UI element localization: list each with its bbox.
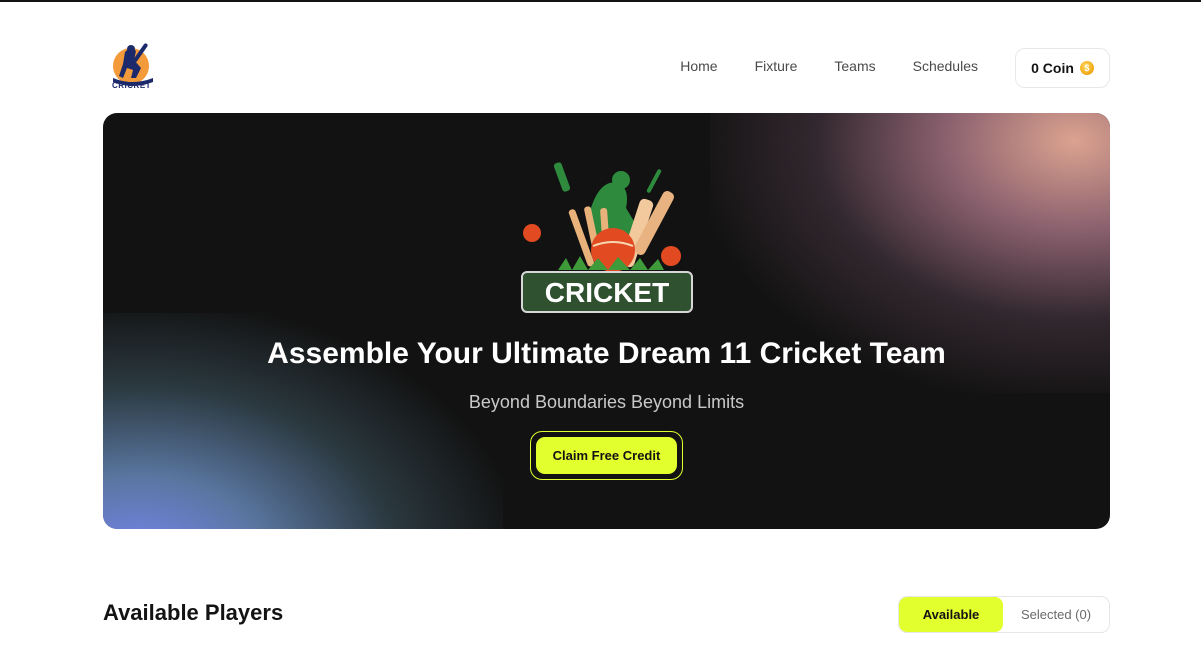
coin-label: 0 Coin — [1031, 60, 1074, 76]
coin-balance-button[interactable]: 0 Coin $ — [1015, 48, 1110, 88]
selected-tab[interactable]: Selected (0) — [1003, 597, 1109, 632]
available-tab[interactable]: Available — [899, 597, 1003, 632]
nav-teams[interactable]: Teams — [834, 58, 875, 74]
nav-fixture[interactable]: Fixture — [755, 58, 798, 74]
coin-icon: $ — [1079, 61, 1094, 75]
hero-banner: CRICKET Assemble Your Ultimate Dream 11 … — [103, 113, 1110, 529]
cricket-hero-illustration: CRICKET — [521, 162, 693, 313]
cricket-logo[interactable]: CRICKET — [103, 38, 161, 96]
claim-free-credit-button[interactable]: Claim Free Credit — [536, 437, 677, 474]
art-cricket-text: CRICKET — [545, 277, 669, 308]
main-nav: Home Fixture Teams Schedules — [643, 58, 978, 74]
player-filter-toggle: Available Selected (0) — [898, 596, 1110, 633]
cta-outline: Claim Free Credit — [530, 431, 683, 480]
hero-title: Assemble Your Ultimate Dream 11 Cricket … — [267, 337, 946, 370]
nav-home[interactable]: Home — [680, 58, 717, 74]
hero-subtitle: Beyond Boundaries Beyond Limits — [468, 392, 745, 412]
nav-schedules[interactable]: Schedules — [913, 58, 978, 74]
available-players-title: Available Players — [103, 600, 284, 625]
site-header: CRICKET Home Fixture Teams Schedules 0 C… — [103, 38, 1110, 98]
logo-text: CRICKET — [112, 81, 152, 90]
top-border — [0, 0, 1201, 2]
